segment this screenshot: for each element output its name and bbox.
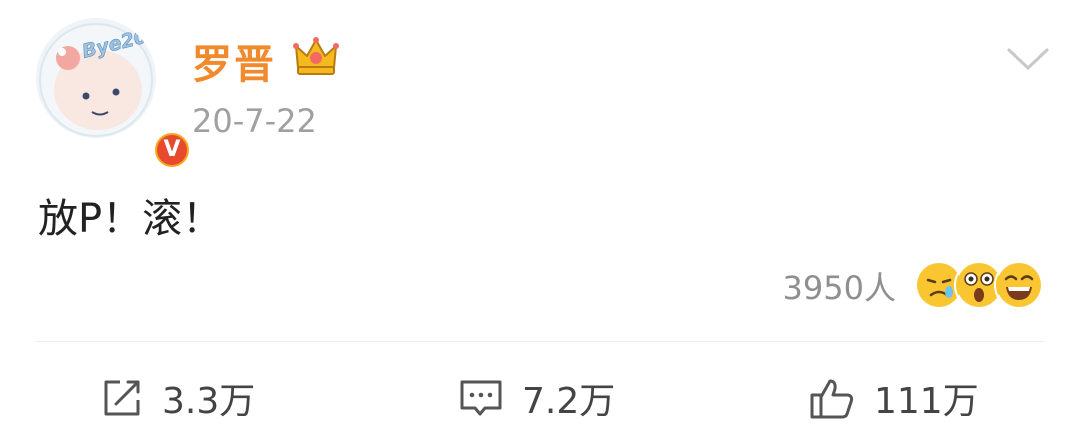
laughing-face-icon — [994, 260, 1044, 310]
avatar-image: Bye2020 — [36, 18, 156, 138]
verified-badge: V — [152, 130, 192, 170]
author-name[interactable]: 罗晋 — [192, 32, 276, 90]
comment-button[interactable]: 7.2万 — [458, 370, 615, 426]
like-button[interactable]: 111万 — [808, 370, 979, 426]
crown-icon — [292, 34, 340, 78]
comment-count: 7.2万 — [522, 381, 616, 422]
thumbs-up-icon — [808, 375, 856, 421]
repost-icon — [100, 376, 144, 420]
reactions-count: 3950人 — [782, 269, 896, 307]
reaction-emojis — [914, 260, 1044, 312]
post-timestamp: 20-7-22 — [192, 102, 317, 140]
verified-badge-letter: V — [157, 135, 187, 165]
comment-icon — [458, 376, 504, 420]
avatar[interactable]: Bye2020 V — [36, 18, 192, 170]
repost-count: 3.3万 — [162, 381, 256, 422]
repost-button[interactable]: 3.3万 — [100, 370, 255, 426]
post-content: 放P！滚！ — [38, 196, 223, 242]
like-count: 111万 — [874, 381, 979, 422]
chevron-down-icon[interactable] — [1005, 44, 1051, 74]
action-bar: 3.3万 7.2万 111万 — [0, 370, 1080, 426]
reactions-summary[interactable]: 3950人 — [782, 260, 1044, 312]
divider — [36, 341, 1044, 342]
